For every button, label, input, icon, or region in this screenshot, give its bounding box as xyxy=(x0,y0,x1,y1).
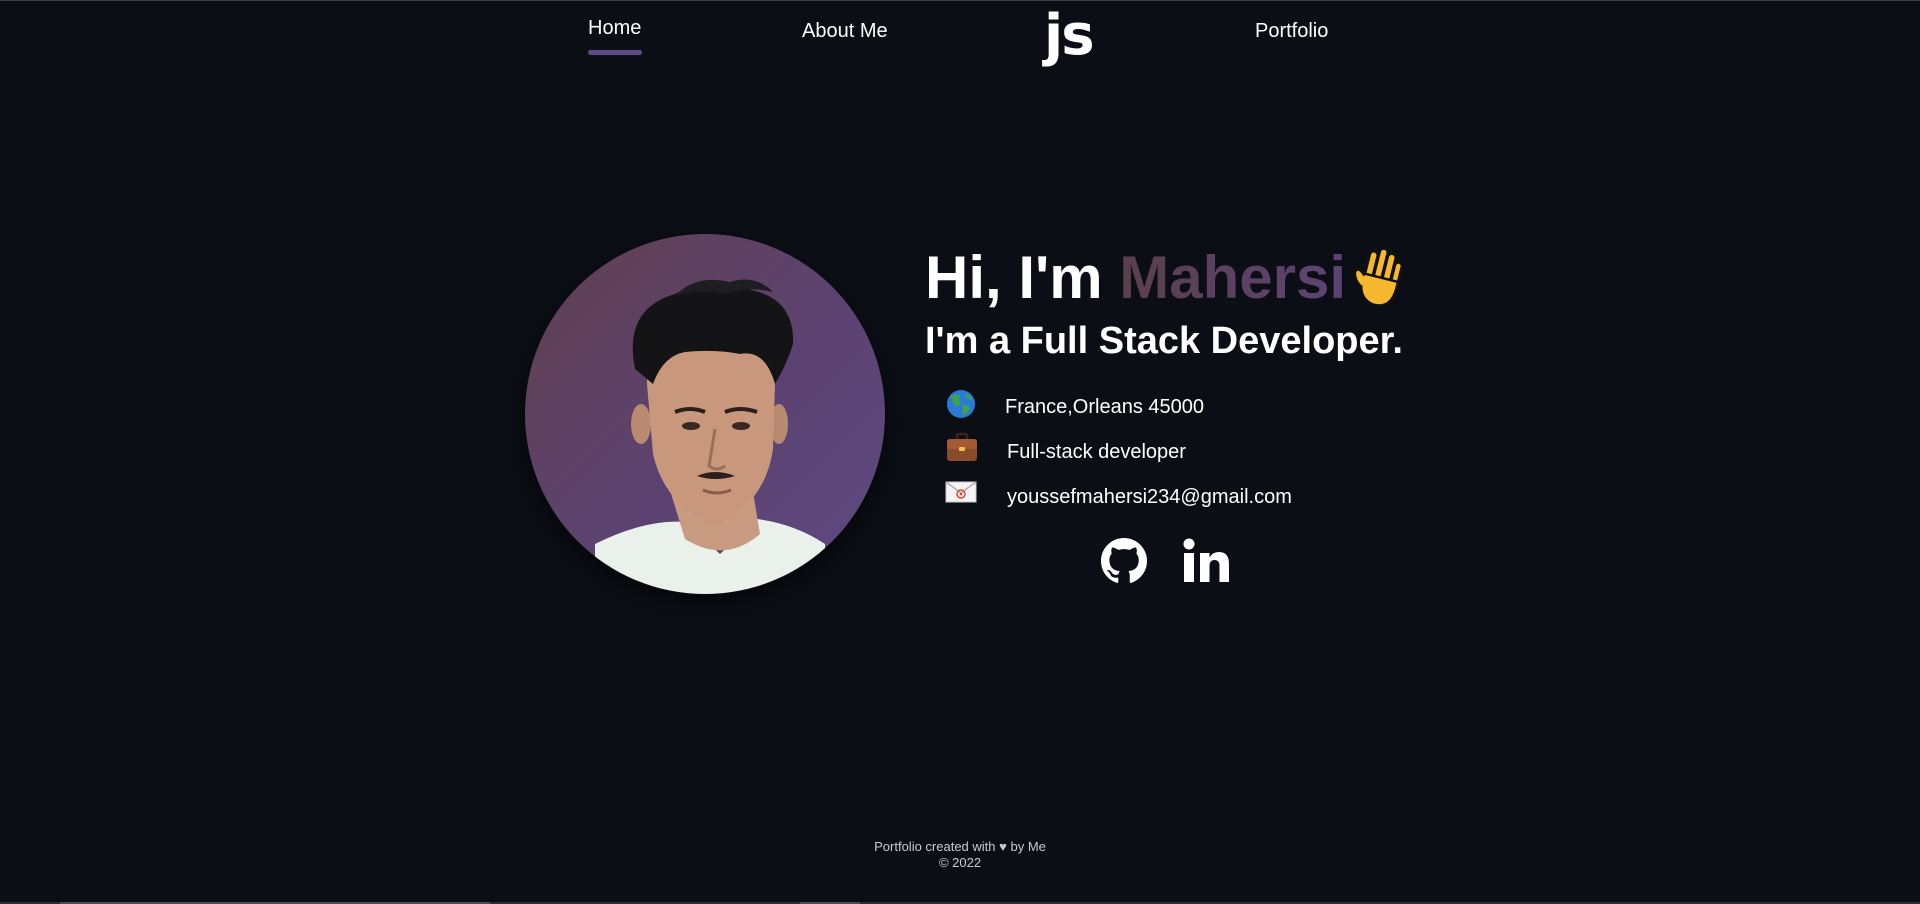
hero-name: Mahersi xyxy=(1119,244,1347,311)
email-text: youssefmahersi234@gmail.com xyxy=(1007,486,1292,508)
nav-home-link[interactable]: Home xyxy=(588,17,642,55)
footer-credit-suffix: by Me xyxy=(1006,839,1046,854)
greeting-text: Hi, I'm xyxy=(925,244,1120,311)
hero-greeting: Hi, I'm Mahersi xyxy=(925,242,1412,326)
role-text: Full-stack developer xyxy=(1007,441,1186,463)
profile-avatar xyxy=(525,234,885,594)
heart-icon: ♥ xyxy=(999,839,1007,854)
globe-icon xyxy=(945,388,977,425)
nav-portfolio-link[interactable]: Portfolio xyxy=(1255,20,1328,43)
linkedin-link[interactable] xyxy=(1183,538,1231,589)
footer-credit: Portfolio created with ♥ by Me xyxy=(0,839,1920,855)
nav-home-label: Home xyxy=(588,17,642,39)
briefcase-icon xyxy=(945,432,979,469)
linkedin-icon xyxy=(1183,538,1229,582)
footer-credit-prefix: Portfolio created with xyxy=(874,839,1000,854)
location-text: France,Orleans 45000 xyxy=(1005,396,1205,418)
active-tab-indicator xyxy=(588,50,642,55)
waving-hand-icon xyxy=(1352,246,1412,326)
envelope-icon xyxy=(945,480,977,509)
page-footer: Portfolio created with ♥ by Me © 2022 xyxy=(0,839,1920,871)
nav-about-link[interactable]: About Me xyxy=(802,20,888,43)
profile-photo xyxy=(595,279,825,594)
top-navigation: Home About Me js Portfolio xyxy=(0,0,1920,80)
footer-copyright: © 2022 xyxy=(938,855,982,870)
hero-subtitle: I'm a Full Stack Developer. xyxy=(925,320,1403,362)
site-logo[interactable]: js xyxy=(1044,4,1095,68)
github-link[interactable] xyxy=(1101,538,1147,589)
github-icon xyxy=(1101,538,1147,583)
